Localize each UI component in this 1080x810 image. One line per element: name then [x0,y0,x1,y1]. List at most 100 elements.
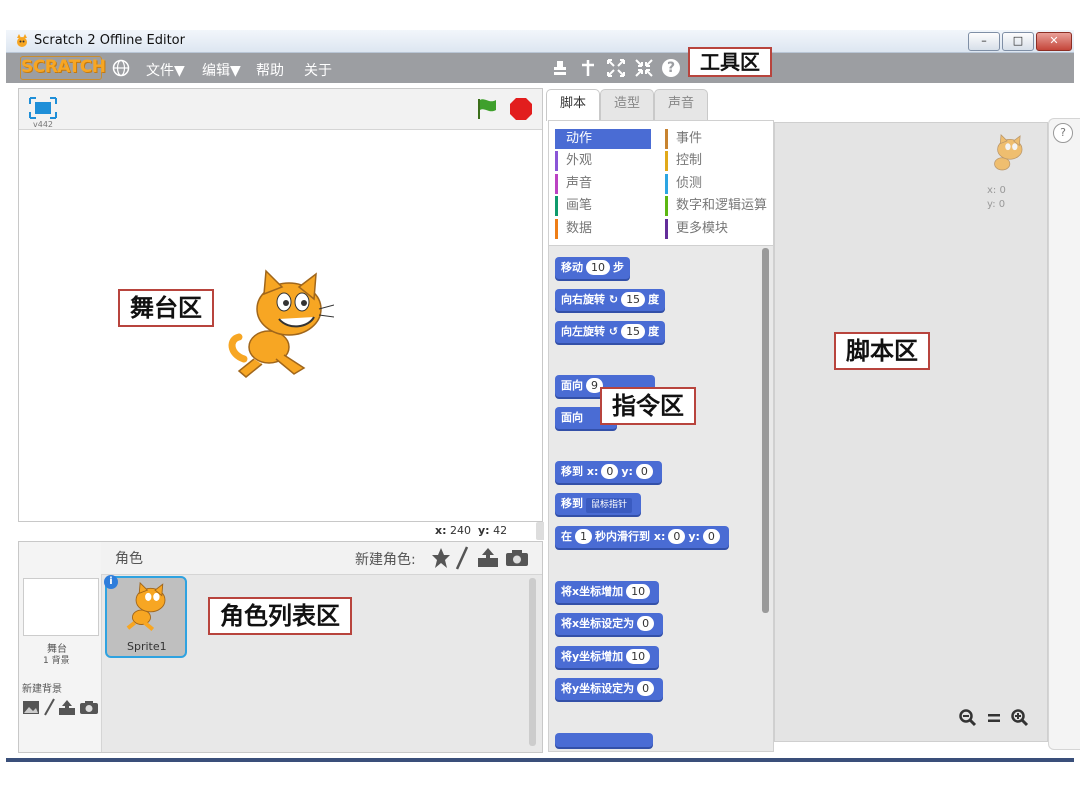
category-operators[interactable]: 数字和逻辑运算 [665,196,773,216]
sprite-info-badge[interactable]: i [104,575,118,589]
new-backdrop-label: 新建背景 [22,684,62,695]
block-input[interactable]: 0 [702,529,720,544]
block-partially-visible[interactable] [555,733,653,747]
upload-backdrop-icon[interactable] [58,699,76,716]
camera-backdrop-icon[interactable] [79,700,99,715]
block-input[interactable]: 0 [635,464,653,479]
shrink-icon[interactable] [634,58,654,78]
mouse-y-value: 42 [493,524,508,537]
zoom-in-icon[interactable] [1011,709,1029,727]
sprite-name: Sprite1 [127,640,167,653]
duplicate-stamp-icon[interactable] [550,58,570,78]
help-icon[interactable]: ? [1053,123,1073,143]
block-glide[interactable]: 在 1 秒内滑行到 x: 0 y: 0 [555,526,729,548]
category-control[interactable]: 控制 [665,151,773,171]
block-input[interactable]: 15 [621,324,646,339]
stage-thumbnail-column: 舞台 1 背景 新建背景 [19,542,102,752]
stop-sign-icon[interactable] [509,97,533,121]
sprite-tile-sprite1[interactable]: i Sprite1 [104,575,187,658]
scratch-cat-sprite[interactable] [224,269,334,384]
backpack-strip: ? [1048,118,1080,750]
block-change-x[interactable]: 将x坐标增加 10 [555,581,660,603]
tab-sounds[interactable]: 声音 [654,89,708,120]
block-input[interactable]: 0 [601,464,619,479]
maximize-button[interactable]: □ [1002,32,1034,51]
zoom-reset-icon[interactable] [985,709,1003,727]
camera-sprite-icon[interactable] [505,549,529,567]
category-motion[interactable]: 动作 [555,129,651,149]
block-set-x[interactable]: 将x坐标设定为 0 [555,613,664,635]
block-text: 将x坐标设定为 [561,617,635,630]
presentation-mode-icon[interactable] [29,97,57,119]
sprite-x-position: x: 0 [987,185,1006,196]
green-flag-icon[interactable] [475,97,499,121]
category-sensing[interactable]: 侦测 [665,174,773,194]
block-turn-right[interactable]: 向右旋转 ↻ 15 度 [555,289,666,311]
menu-edit[interactable]: 编辑▼ [202,60,241,80]
scratch-logo[interactable]: SCRATCH [20,56,106,80]
minimize-button[interactable]: – [968,32,1000,51]
menu-help[interactable]: 帮助 [256,60,284,80]
block-go-to[interactable]: 移到 鼠标指针 [555,493,642,515]
block-set-y[interactable]: 将y坐标设定为 0 [555,678,664,700]
block-text: 将y坐标设定为 [561,682,635,695]
block-palette: 动作 事件 外观 控制 声音 侦测 画笔 数字和逻辑运算 数据 更多模块 移动 1… [548,120,774,752]
tab-scripts[interactable]: 脚本 [546,89,600,121]
sprites-title: 角色 [115,551,143,567]
palette-scrollbar[interactable] [762,248,769,613]
sprite-list-header: 角色 新建角色: [101,542,542,575]
annotation-scripts: 脚本区 [834,332,930,370]
block-input[interactable]: 10 [586,260,610,275]
block-input[interactable]: 15 [621,292,646,307]
block-text: 面向 [561,379,583,392]
paint-new-backdrop-icon[interactable] [43,698,55,716]
turn-left-icon: ↺ [608,325,619,338]
menu-about[interactable]: 关于 [304,60,332,80]
block-input[interactable]: 10 [626,649,651,664]
mouse-x-label: x: [435,524,447,537]
upload-sprite-icon[interactable] [477,547,499,568]
paint-backdrop-library-icon[interactable] [22,700,40,715]
script-area[interactable]: x: 0 y: 0 [774,122,1048,742]
block-text: x: [586,465,599,478]
block-text: 将y坐标增加 [561,650,624,663]
block-dropdown[interactable]: 鼠标指针 [586,498,633,513]
block-text: 步 [613,261,624,274]
stage-thumbnail[interactable] [23,578,99,636]
tab-costumes[interactable]: 造型 [600,89,654,120]
category-sound[interactable]: 声音 [555,174,651,194]
block-text: 在 [561,530,572,543]
annotation-stage: 舞台区 [118,289,214,327]
block-move-steps[interactable]: 移动 10 步 [555,257,630,279]
block-input[interactable]: 1 [575,529,592,544]
paint-new-sprite-icon[interactable] [455,546,469,570]
block-text: y: [621,465,633,478]
block-text: y: [688,530,700,543]
category-pen[interactable]: 画笔 [555,196,651,216]
close-button[interactable]: ✕ [1036,32,1072,51]
sprite-list-scrollbar[interactable] [529,578,536,746]
block-go-to-xy[interactable]: 移到 x: 0 y: 0 [555,461,662,483]
zoom-out-icon[interactable] [959,709,977,727]
block-change-y[interactable]: 将y坐标增加 10 [555,646,660,668]
category-more-blocks[interactable]: 更多模块 [665,219,773,239]
block-input[interactable]: 0 [637,616,655,631]
category-data[interactable]: 数据 [555,219,651,239]
menu-file[interactable]: 文件▼ [146,60,185,80]
category-events[interactable]: 事件 [665,129,773,149]
block-input[interactable]: 0 [637,681,655,696]
block-help-icon[interactable]: ? [662,59,680,77]
block-input[interactable]: 0 [668,529,686,544]
collapse-stage-handle[interactable] [536,522,544,540]
grow-icon[interactable] [606,58,626,78]
category-looks[interactable]: 外观 [555,151,651,171]
delete-scissors-icon[interactable] [578,58,598,78]
block-text: 秒内滑行到 [595,530,650,543]
block-turn-left[interactable]: 向左旋转 ↺ 15 度 [555,321,666,343]
block-input[interactable]: 10 [626,584,651,599]
new-sprite-label: 新建角色: [355,552,416,568]
sprite-library-icon[interactable] [431,547,451,569]
language-globe-icon[interactable] [112,59,130,77]
annotation-sprite-list: 角色列表区 [208,597,352,635]
sprite-y-label: y: [987,199,996,210]
